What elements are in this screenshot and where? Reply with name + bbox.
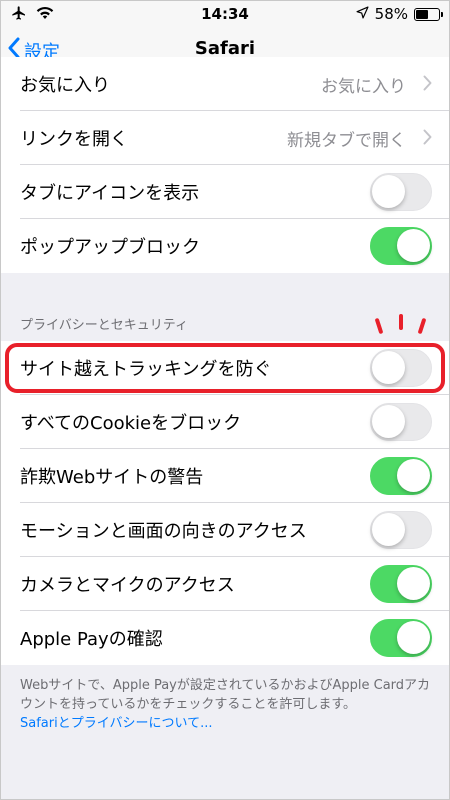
privacy-link[interactable]: Safariとプライバシーについて... [20,714,435,733]
row-label: カメラとマイクのアクセス [20,575,235,596]
toggle-knob [397,459,430,492]
block-popups-row: ポップアップブロック [0,219,450,273]
prevent-tracking-toggle[interactable] [370,349,432,387]
privacy-section-header: プライバシーとセキュリティ [20,318,188,333]
row-value: 新規タブで開く [287,130,406,151]
row-label: モーションと画面の向きのアクセス [20,521,307,542]
fraud-warning-toggle[interactable] [370,457,432,495]
toggle-knob [372,351,405,384]
block-cookies-toggle[interactable] [370,403,432,441]
row-label: タブにアイコンを表示 [20,183,200,204]
status-bar: 14:34 58% [0,0,450,28]
camera-microphone-access-row: カメラとマイクのアクセス [0,557,450,611]
emphasis-mark [399,314,403,330]
toggle-knob [397,229,430,262]
toggle-knob [397,567,430,600]
open-links-row[interactable]: リンクを開く 新規タブで開く [0,111,450,165]
toggle-knob [397,621,430,654]
row-label: すべてのCookieをブロック [20,413,242,434]
fraudulent-website-warning-row: 詐欺Webサイトの警告 [0,449,450,503]
camera-mic-toggle[interactable] [370,565,432,603]
check-apple-pay-row: Apple Payの確認 [0,611,450,665]
chevron-right-icon [423,72,432,96]
privacy-footer: Webサイトで、Apple Payが設定されているかおよびApple Cardア… [20,676,435,733]
show-icons-toggle[interactable] [370,173,432,211]
chevron-right-icon [423,126,432,150]
row-value: お気に入り [321,76,406,97]
apple-pay-toggle[interactable] [370,619,432,657]
row-label: Apple Payの確認 [20,629,163,650]
row-label: 詐欺Webサイトの警告 [20,467,204,488]
row-label: ポップアップブロック [20,237,200,258]
prevent-cross-site-tracking-row: サイト越えトラッキングを防ぐ [0,341,450,395]
footer-text: Webサイトで、Apple Payが設定されているかおよびApple Cardア… [20,678,431,712]
toggle-knob [372,175,405,208]
favorites-row[interactable]: お気に入り お気に入り [0,57,450,111]
block-popups-toggle[interactable] [370,227,432,265]
page-title: Safari [194,38,256,59]
emphasis-mark [374,317,384,335]
row-label: お気に入り [20,75,110,96]
motion-access-toggle[interactable] [370,511,432,549]
row-label: サイト越えトラッキングを防ぐ [20,359,272,380]
toggle-knob [372,405,405,438]
battery-percent: 58% [374,5,408,23]
general-settings-group: お気に入り お気に入り リンクを開く 新規タブで開く タブにアイコンを表示 ポッ… [0,57,450,273]
block-all-cookies-row: すべてのCookieをブロック [0,395,450,449]
show-icons-in-tabs-row: タブにアイコンを表示 [0,165,450,219]
motion-orientation-access-row: モーションと画面の向きのアクセス [0,503,450,557]
privacy-settings-group: サイト越えトラッキングを防ぐ すべてのCookieをブロック 詐欺Webサイトの… [0,341,450,665]
toggle-knob [372,513,405,546]
status-right: 58% [356,5,443,23]
emphasis-mark [417,317,427,335]
row-label: リンクを開く [20,129,128,150]
battery-icon [414,7,443,21]
battery-fill [416,9,428,19]
location-arrow-icon [356,5,369,23]
